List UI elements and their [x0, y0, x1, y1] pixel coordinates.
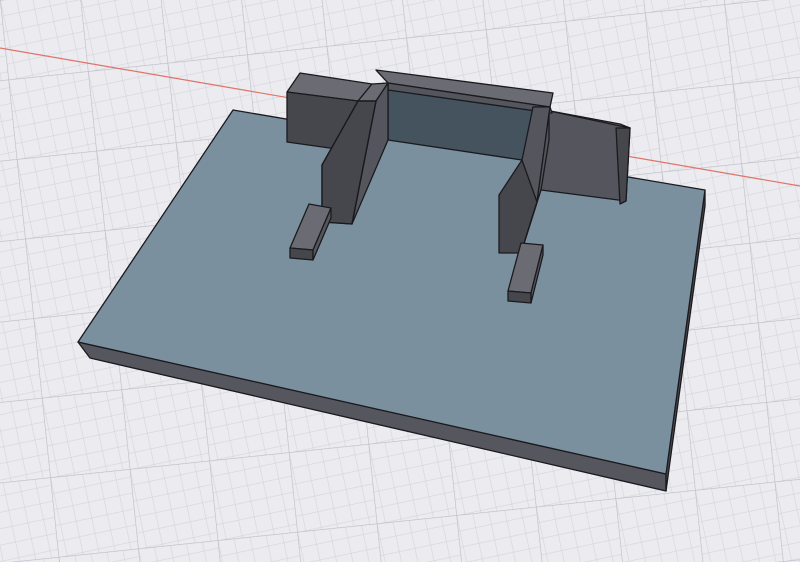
3d-viewport[interactable] — [0, 0, 800, 562]
right-upper-block — [540, 109, 631, 205]
